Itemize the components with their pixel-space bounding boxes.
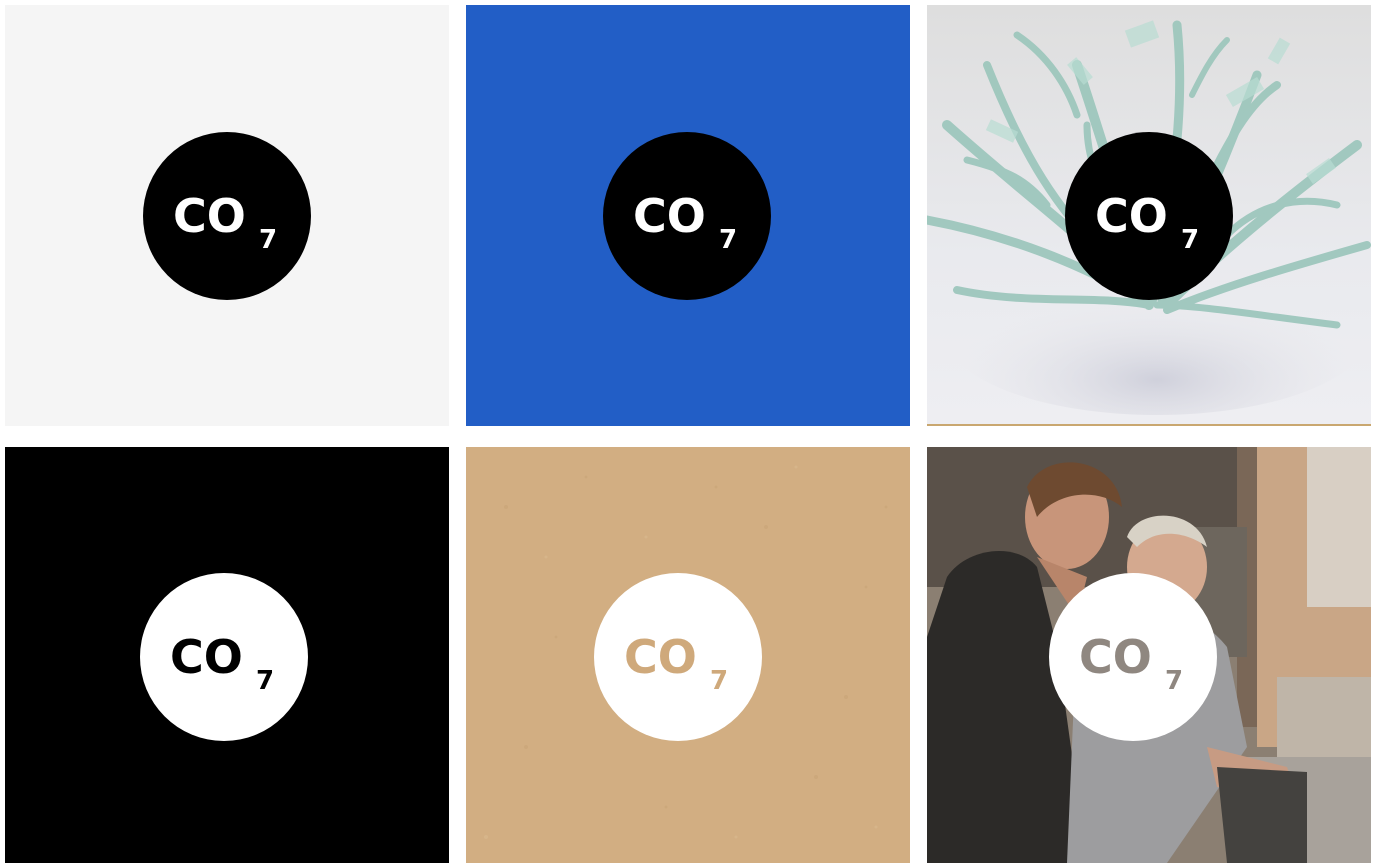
logo-text: CO [1095, 189, 1168, 243]
logo-tile-black: CO 7 [5, 447, 449, 863]
co7-logo: CO 7 [1079, 630, 1183, 696]
co7-logo: CO 7 [633, 189, 737, 255]
co7-logo: CO 7 [624, 630, 728, 696]
logo-badge-black: CO 7 [603, 132, 771, 300]
logo-badge-white: CO 7 [1049, 573, 1217, 741]
logo-tile-glass-photo: CO 7 [927, 5, 1371, 426]
logo-text: CO [624, 630, 697, 684]
co7-logo: CO 7 [1095, 189, 1199, 255]
logo-subscript: 7 [719, 225, 737, 255]
co7-logo: CO 7 [170, 630, 274, 696]
logo-text: CO [633, 189, 706, 243]
logo-badge-white: CO 7 [594, 573, 762, 741]
co7-logo: CO 7 [173, 189, 277, 255]
logo-badge-white: CO 7 [140, 573, 308, 741]
logo-tile-blue: CO 7 [466, 5, 910, 426]
logo-subscript: 7 [710, 666, 728, 696]
logo-subscript: 7 [259, 225, 277, 255]
logo-subscript: 7 [1181, 225, 1199, 255]
logo-badge-black: CO 7 [143, 132, 311, 300]
logo-text: CO [173, 189, 246, 243]
logo-text: CO [170, 630, 243, 684]
logo-text: CO [1079, 630, 1152, 684]
logo-tile-light: CO 7 [5, 5, 449, 426]
logo-subscript: 7 [256, 666, 274, 696]
logo-tile-kraft: CO 7 [466, 447, 910, 863]
logo-subscript: 7 [1165, 666, 1183, 696]
logo-badge-black: CO 7 [1065, 132, 1233, 300]
logo-tile-workshop-photo: CO 7 [927, 447, 1371, 863]
